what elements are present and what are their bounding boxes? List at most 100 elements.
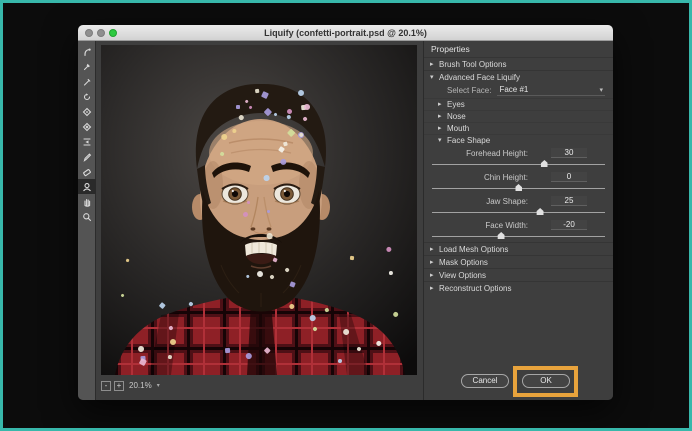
face-shape-slider: Jaw Shape: 25	[424, 194, 613, 216]
section-label: Reconstruct Options	[439, 284, 511, 293]
section-advanced-face-liquify[interactable]: ▾ Advanced Face Liquify	[424, 70, 613, 83]
ok-button[interactable]: OK	[522, 374, 570, 388]
slider-track-line	[432, 212, 605, 213]
slider-label: Jaw Shape:	[432, 197, 528, 206]
pucker-icon	[82, 107, 92, 117]
confetti-piece	[225, 348, 230, 353]
bloat-tool[interactable]	[78, 119, 96, 134]
section-label: Face Shape	[447, 136, 490, 145]
section-label: Mask Options	[439, 258, 488, 267]
disclosure-triangle-icon: ▸	[438, 125, 447, 132]
reconstruct-tool[interactable]	[78, 59, 96, 74]
slider-track-line	[432, 236, 605, 237]
face-tool[interactable]	[78, 179, 96, 194]
section-view-options[interactable]: ▸ View Options	[424, 268, 613, 281]
section-reconstruct-options[interactable]: ▸ Reconstruct Options	[424, 281, 613, 294]
thaw-mask-icon	[82, 167, 92, 177]
section-nose[interactable]: ▸ Nose	[424, 110, 613, 122]
reconstruct-icon	[82, 62, 92, 72]
section-label: Brush Tool Options	[439, 60, 506, 69]
slider-track[interactable]	[432, 159, 605, 168]
push-left-tool[interactable]	[78, 134, 96, 149]
slider-thumb[interactable]	[515, 184, 522, 191]
slider-value-field[interactable]: -20	[551, 220, 587, 230]
slider-value-field[interactable]: 30	[551, 148, 587, 158]
thaw-mask-tool[interactable]	[78, 164, 96, 179]
twirl-clockwise-tool[interactable]	[78, 89, 96, 104]
forward-warp-icon	[82, 47, 92, 57]
section-label: Mouth	[447, 124, 469, 133]
liquify-toolbar	[78, 41, 96, 400]
face-shape-sliders: Forehead Height: 30 Chin Height: 0 Jaw S…	[424, 146, 613, 240]
slider-track-line	[432, 164, 605, 165]
properties-header: Properties	[424, 41, 613, 57]
disclosure-triangle-icon: ▸	[438, 101, 447, 108]
slider-thumb[interactable]	[498, 232, 505, 239]
disclosure-triangle-icon: ▸	[430, 61, 439, 68]
pucker-tool[interactable]	[78, 104, 96, 119]
disclosure-triangle-icon: ▸	[430, 259, 439, 266]
section-load-mesh-options[interactable]: ▸ Load Mesh Options	[424, 242, 613, 255]
cancel-button[interactable]: Cancel	[461, 374, 509, 388]
face-shape-slider: Chin Height: 0	[424, 170, 613, 192]
portrait-illustration	[101, 45, 417, 375]
confetti-piece	[247, 200, 250, 203]
smooth-tool[interactable]	[78, 74, 96, 89]
canvas-statusbar: - + 20.1% ▾	[101, 380, 160, 391]
section-brush-tool-options[interactable]: ▸ Brush Tool Options	[424, 57, 613, 70]
select-face-row: Select Face: Face #1 ▾	[424, 83, 613, 98]
slider-thumb[interactable]	[537, 208, 544, 215]
slider-value-field[interactable]: 25	[551, 196, 587, 206]
dialog-footer: Cancel OK	[424, 374, 613, 390]
section-mask-options[interactable]: ▸ Mask Options	[424, 255, 613, 268]
slider-label: Forehead Height:	[432, 149, 528, 158]
slider-label: Chin Height:	[432, 173, 528, 182]
zoom-tool[interactable]	[78, 209, 96, 224]
slider-track[interactable]	[432, 231, 605, 240]
push-left-icon	[82, 137, 92, 147]
zoom-in-button[interactable]: +	[114, 381, 124, 391]
zoom-out-button[interactable]: -	[101, 381, 111, 391]
hand-icon	[82, 197, 92, 207]
face-icon	[82, 182, 92, 192]
zoom-level: 20.1%	[129, 381, 152, 390]
window-title: Liquify (confetti-portrait.psd @ 20.1%)	[78, 25, 613, 41]
section-label: Nose	[447, 112, 466, 121]
twirl-clockwise-icon	[82, 92, 92, 102]
properties-panel: Properties ▸ Brush Tool Options ▾ Advanc…	[423, 41, 613, 400]
chevron-down-icon: ▾	[599, 86, 603, 94]
canvas-area: - + 20.1% ▾	[97, 41, 423, 400]
freeze-mask-icon	[82, 152, 92, 162]
disclosure-triangle-icon: ▸	[430, 246, 439, 253]
liquify-dialog: Liquify (confetti-portrait.psd @ 20.1%)	[78, 25, 613, 400]
freeze-mask-tool[interactable]	[78, 149, 96, 164]
section-face-shape[interactable]: ▾ Face Shape	[424, 134, 613, 146]
dialog-body: - + 20.1% ▾ Properties ▸ Brush Tool Opti…	[78, 41, 613, 400]
disclosure-triangle-icon: ▾	[438, 137, 447, 144]
slider-label: Face Width:	[432, 221, 528, 230]
select-face-dropdown[interactable]: Face #1 ▾	[497, 85, 605, 96]
slider-track[interactable]	[432, 207, 605, 216]
forward-warp-tool[interactable]	[78, 44, 96, 59]
hand-tool[interactable]	[78, 194, 96, 209]
slider-value-field[interactable]: 0	[551, 172, 587, 182]
disclosure-triangle-icon: ▸	[438, 113, 447, 120]
disclosure-triangle-icon: ▸	[430, 285, 439, 292]
section-label: Eyes	[447, 100, 465, 109]
select-face-label: Select Face:	[447, 86, 491, 95]
portrait-photo[interactable]	[101, 45, 417, 375]
zoom-icon	[82, 212, 92, 222]
slider-track[interactable]	[432, 183, 605, 192]
select-face-value: Face #1	[499, 85, 528, 94]
section-eyes[interactable]: ▸ Eyes	[424, 98, 613, 110]
slider-thumb[interactable]	[541, 160, 548, 167]
disclosure-triangle-icon: ▾	[430, 74, 439, 81]
face-shape-slider: Forehead Height: 30	[424, 146, 613, 168]
face-shape-slider: Face Width: -20	[424, 218, 613, 240]
dialog-titlebar[interactable]: Liquify (confetti-portrait.psd @ 20.1%)	[78, 25, 613, 41]
zoom-dropdown-icon[interactable]: ▾	[157, 382, 160, 389]
section-mouth[interactable]: ▸ Mouth	[424, 122, 613, 134]
disclosure-triangle-icon: ▸	[430, 272, 439, 279]
smooth-icon	[82, 77, 92, 87]
bloat-icon	[82, 122, 92, 132]
